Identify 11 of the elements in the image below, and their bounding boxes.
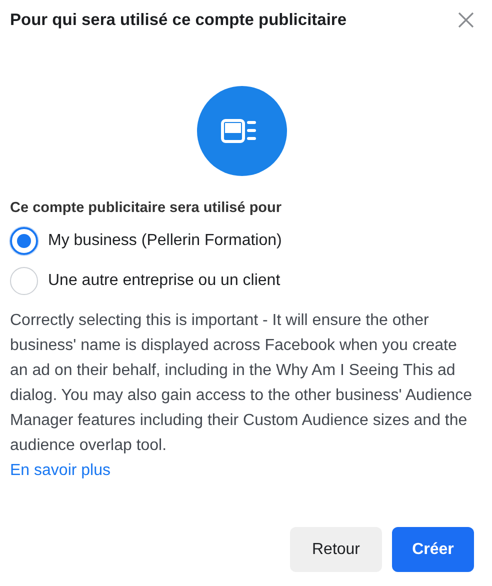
option-label[interactable]: Une autre entreprise ou un client <box>48 272 280 290</box>
description-text: Correctly selecting this is important - It will ensure the other business' name is displayed across Facebook when you create an ad on their behalf, including in the Why Am I Seeing This ad dialog. You may also gain access to the other business' Audience Manager features including their Custom Audience sizes and the audience overlap tool. <box>10 311 474 456</box>
ad-account-icon <box>197 86 287 176</box>
back-button[interactable]: Retour <box>290 527 382 572</box>
learn-more-link[interactable]: En savoir plus <box>10 458 110 483</box>
create-button[interactable]: Créer <box>392 527 474 572</box>
radio-button[interactable] <box>10 227 38 255</box>
close-icon[interactable] <box>458 12 474 28</box>
dialog-title: Pour qui sera utilisé ce compte publicitaire <box>10 10 347 30</box>
question-label: Ce compte publicitaire sera utilisé pour <box>10 200 283 216</box>
option-label[interactable]: My business (Pellerin Formation) <box>48 232 282 250</box>
